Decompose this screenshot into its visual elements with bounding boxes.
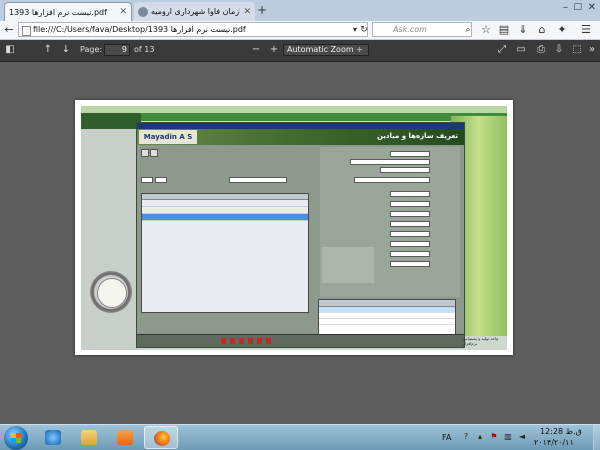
- clock-date[interactable]: ۲۰۱۴/۲۰/۱۱: [534, 438, 574, 447]
- tab-pdf-label: نیست نرم افزارها 1393.pdf: [9, 7, 107, 17]
- page-number-input[interactable]: 9: [104, 44, 130, 56]
- taskbar-explorer[interactable]: [72, 426, 106, 449]
- previous-page-icon[interactable]: ↑: [42, 44, 54, 56]
- clock-face: [97, 278, 127, 308]
- windows-taskbar: FA ? ▴ ⚑ ▥ ◄ 12:28 ق.ظ ۲۰۱۴/۲۰/۱۱: [0, 424, 600, 450]
- globe-icon: [138, 6, 148, 17]
- system-tray: FA ? ▴ ⚑ ▥ ◄ 12:28 ق.ظ ۲۰۱۴/۲۰/۱۱: [430, 425, 600, 450]
- page-label: Page:: [80, 45, 103, 54]
- home-icon[interactable]: ⌂: [536, 24, 548, 36]
- url-input[interactable]: file:///C:/Users/fava/Desktop/1393 نیست …: [18, 22, 368, 37]
- search-field: [229, 177, 287, 183]
- app-window: Mayadin A S تعریف سازه‌ها و میادین: [136, 122, 465, 348]
- search-icon[interactable]: ⌕: [462, 24, 474, 36]
- tab-fava-label: سازمان فاوا شهرداری ارومیه ...: [151, 7, 241, 16]
- tab-fava[interactable]: سازمان فاوا شهرداری ارومیه ... ✕: [134, 2, 255, 21]
- taskbar-ie[interactable]: [36, 426, 70, 449]
- save-icon[interactable]: ⇩: [553, 44, 565, 56]
- file-icon: [22, 26, 31, 36]
- search-button: [141, 177, 153, 183]
- open-file-icon[interactable]: ▭: [515, 44, 527, 56]
- pdf-page: Mayadin A S تعریف سازه‌ها و میادین: [75, 100, 513, 355]
- clear-button: [155, 177, 167, 183]
- window-close-icon[interactable]: ✕: [588, 2, 596, 13]
- reload-icon[interactable]: ↻: [358, 24, 370, 36]
- app-heading: تعریف سازه‌ها و میادین: [376, 132, 458, 140]
- left-search-area: [141, 165, 307, 187]
- download-icon[interactable]: ⇓: [517, 24, 529, 36]
- browser-tab-strip: نیست نرم افزارها 1393.pdf ✕ سازمان فاوا …: [0, 0, 600, 22]
- next-page-icon[interactable]: ↓: [60, 44, 72, 56]
- zoom-select[interactable]: Automatic Zoom ÷: [283, 44, 369, 56]
- maximize-icon[interactable]: □: [573, 2, 582, 12]
- media-player-icon: [117, 430, 133, 445]
- close-icon[interactable]: ✕: [119, 7, 127, 17]
- tab-pdf[interactable]: نیست نرم افزارها 1393.pdf ✕: [4, 2, 132, 21]
- zoom-in-button[interactable]: +: [268, 44, 280, 56]
- app-navigation-bar: [137, 334, 464, 347]
- bookmark-star-icon[interactable]: ☆: [480, 24, 492, 36]
- volume-icon[interactable]: ◄: [518, 433, 526, 441]
- internet-explorer-icon: [45, 430, 61, 445]
- pdf-viewer[interactable]: Mayadin A S تعریف سازه‌ها و میادین: [0, 62, 600, 424]
- close-icon[interactable]: ✕: [243, 7, 251, 17]
- taskbar-firefox[interactable]: [144, 426, 178, 449]
- shot-menu-bar: [81, 106, 507, 113]
- shot-footer: واحد تولید و پشتیبانی نرم‌افزار: [463, 336, 499, 346]
- shot-left-panel: [81, 129, 139, 350]
- embedded-screenshot: Mayadin A S تعریف سازه‌ها و میادین: [81, 106, 507, 350]
- shot-logo: [81, 113, 141, 129]
- app-brand: Mayadin A S: [139, 130, 197, 144]
- addon-icon[interactable]: ✦: [556, 24, 568, 36]
- fullscreen-icon[interactable]: ⤢: [496, 44, 508, 56]
- network-icon[interactable]: ▥: [504, 433, 512, 441]
- pdf-toolbar: ◧ ↑ ↓ Page: 9 of 13 − + Automatic Zoom ÷…: [0, 40, 600, 62]
- bookmark-icon[interactable]: ⬚: [571, 44, 583, 56]
- firefox-icon: [154, 431, 170, 446]
- print-icon[interactable]: ⎙: [535, 44, 547, 56]
- search-input[interactable]: Ask.com: [372, 22, 472, 37]
- left-toolbar: [141, 149, 171, 157]
- page-total: of 13: [134, 45, 155, 54]
- taskbar-media-player[interactable]: [108, 426, 142, 449]
- shot-green-band: [81, 113, 507, 121]
- left-grid: [141, 193, 309, 313]
- windows-logo-icon: [11, 433, 21, 443]
- new-tab-button[interactable]: +: [257, 3, 267, 17]
- navigation-bar: ← file:///C:/Users/fava/Desktop/1393 نیس…: [0, 21, 600, 40]
- app-header: Mayadin A S تعریف سازه‌ها و میادین: [137, 129, 464, 145]
- action-center-icon[interactable]: ⚑: [490, 433, 498, 441]
- show-hidden-icons-icon[interactable]: ▴: [476, 433, 484, 441]
- clock-time[interactable]: 12:28 ق.ظ: [540, 427, 582, 436]
- show-desktop-button[interactable]: [593, 425, 600, 450]
- language-indicator[interactable]: FA: [442, 433, 451, 442]
- bookmarks-list-icon[interactable]: ▤: [498, 24, 510, 36]
- minimize-icon[interactable]: –: [563, 2, 568, 13]
- help-icon[interactable]: ?: [462, 433, 470, 441]
- form-panel: [320, 147, 460, 297]
- right-grid: [318, 299, 456, 335]
- folder-icon: [81, 430, 97, 445]
- app-body: [137, 145, 464, 335]
- zoom-out-button[interactable]: −: [250, 44, 262, 56]
- back-arrow-icon[interactable]: ←: [3, 24, 15, 36]
- tools-icon[interactable]: »: [586, 44, 598, 56]
- menu-icon[interactable]: ☰: [580, 24, 592, 36]
- sidebar-toggle-icon[interactable]: ◧: [4, 44, 16, 56]
